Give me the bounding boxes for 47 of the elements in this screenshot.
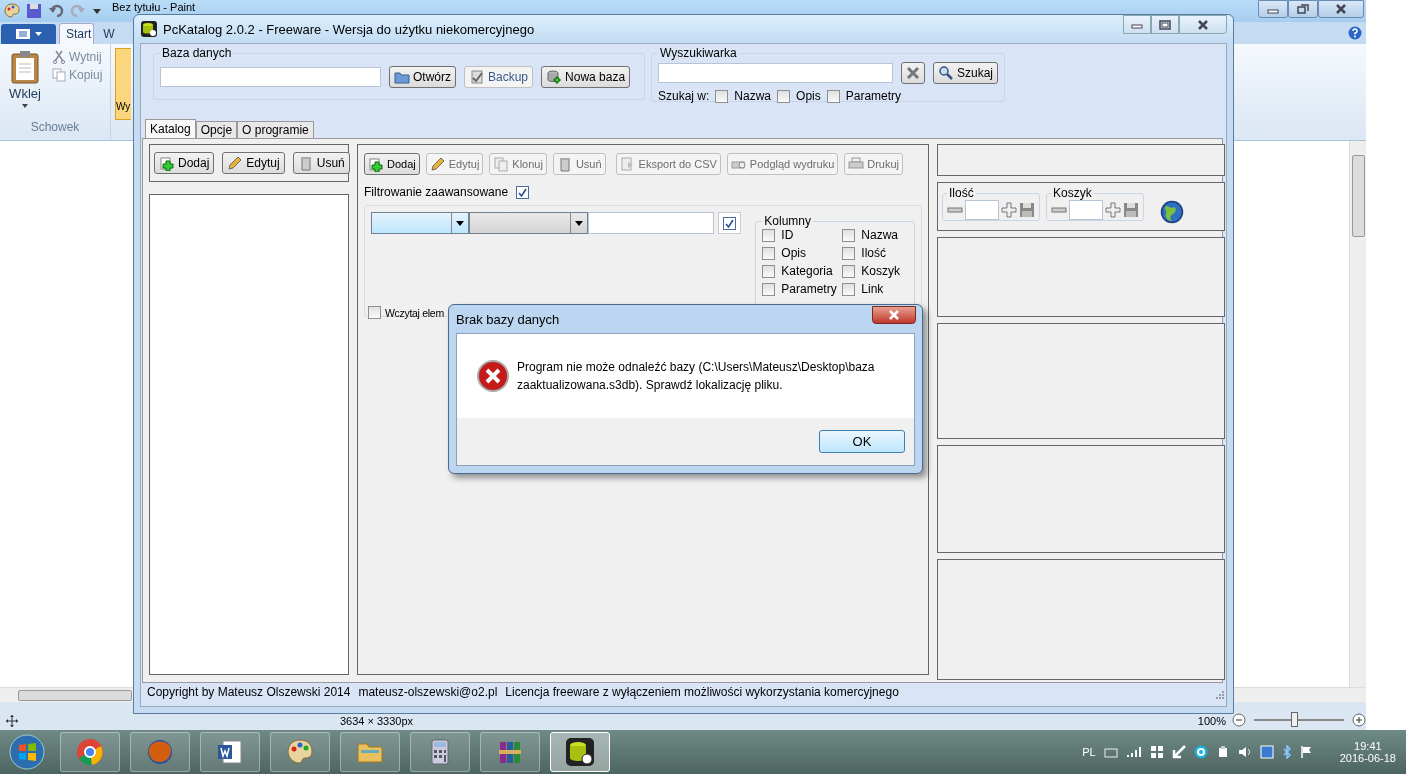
checkbox-label: Filtrowanie zaawansowane <box>364 185 509 199</box>
checkbox-label: Koszyk <box>861 264 900 278</box>
ribbon-tab[interactable]: W <box>97 23 117 44</box>
checkbox-label: Parametry <box>845 89 902 103</box>
clock-time[interactable]: 19:41 <box>1354 740 1382 752</box>
toolbar-button[interactable]: Usuń <box>292 152 350 174</box>
toolbar-button[interactable]: Dodaj <box>364 153 420 175</box>
toolbar-button[interactable]: Edytuj <box>222 152 285 174</box>
tab[interactable]: Opcje <box>195 121 238 138</box>
language-indicator[interactable]: PL <box>1082 746 1096 758</box>
clock-date[interactable]: 2016-06-18 <box>1339 752 1396 764</box>
checkbox-label: Opis <box>781 246 806 260</box>
checkbox-label: Kategoria <box>781 264 833 278</box>
window-title: Bez tytułu - Paint <box>112 1 196 13</box>
paste-button[interactable]: Wklej <box>0 50 50 120</box>
ok-button[interactable]: OK <box>819 430 905 453</box>
checkbox-label: Ilość <box>861 246 886 260</box>
search-in-label: Szukaj w: <box>658 89 710 103</box>
group-title: Koszyk <box>1052 186 1093 200</box>
dialog-title: Brak bazy danych <box>456 311 560 327</box>
checkbox-label: Nazwa <box>734 89 772 103</box>
ribbon-tab[interactable]: Start <box>59 23 95 44</box>
dialog-message: Program nie może odnaleźć bazy (C:\Users\Mateusz\Desktop\baza zaaktualizowana.s3db). Sprawdź lokalizację pliku. <box>517 359 876 394</box>
group-label: Schowek <box>29 120 81 136</box>
checkbox-label: Nazwa <box>861 228 898 242</box>
status-text: mateusz-olszewski@o2.pl <box>358 685 498 699</box>
checkbox-label: ID <box>781 228 794 242</box>
image-size: 3634 × 3330px <box>340 715 414 727</box>
group-title: Ilość <box>948 186 975 200</box>
checkbox-label: Link <box>861 282 884 296</box>
zoom-level: 100% <box>1197 715 1226 727</box>
group-title: Wyszukiwarka <box>659 46 738 60</box>
status-text: Copyright by Mateusz Olszewski 2014 <box>147 685 351 699</box>
checkbox-label: Wczytaj elem <box>385 306 444 319</box>
status-text: Licencja freeware z wyłączeniem możliwości wykorzystania komercyjnego <box>505 685 899 699</box>
tab[interactable]: Katalog <box>145 119 196 138</box>
checkbox-label: Parametry <box>781 282 837 296</box>
group-title: Baza danych <box>161 46 233 60</box>
database-button[interactable]: Otwórz <box>389 66 456 88</box>
group-title: Kolumny <box>763 214 812 228</box>
database-button[interactable]: Nowa baza <box>541 66 631 88</box>
tab[interactable]: O programie <box>237 121 314 138</box>
search-button[interactable]: Szukaj <box>933 62 999 84</box>
checkbox-label: Opis <box>796 89 821 103</box>
select-button[interactable]: Wy <box>115 48 131 120</box>
toolbar-button[interactable]: Dodaj <box>154 152 215 174</box>
window-title: PcKatalog 2.0.2 - Freeware - Wersja do użytku niekomercyjnego <box>163 21 535 37</box>
